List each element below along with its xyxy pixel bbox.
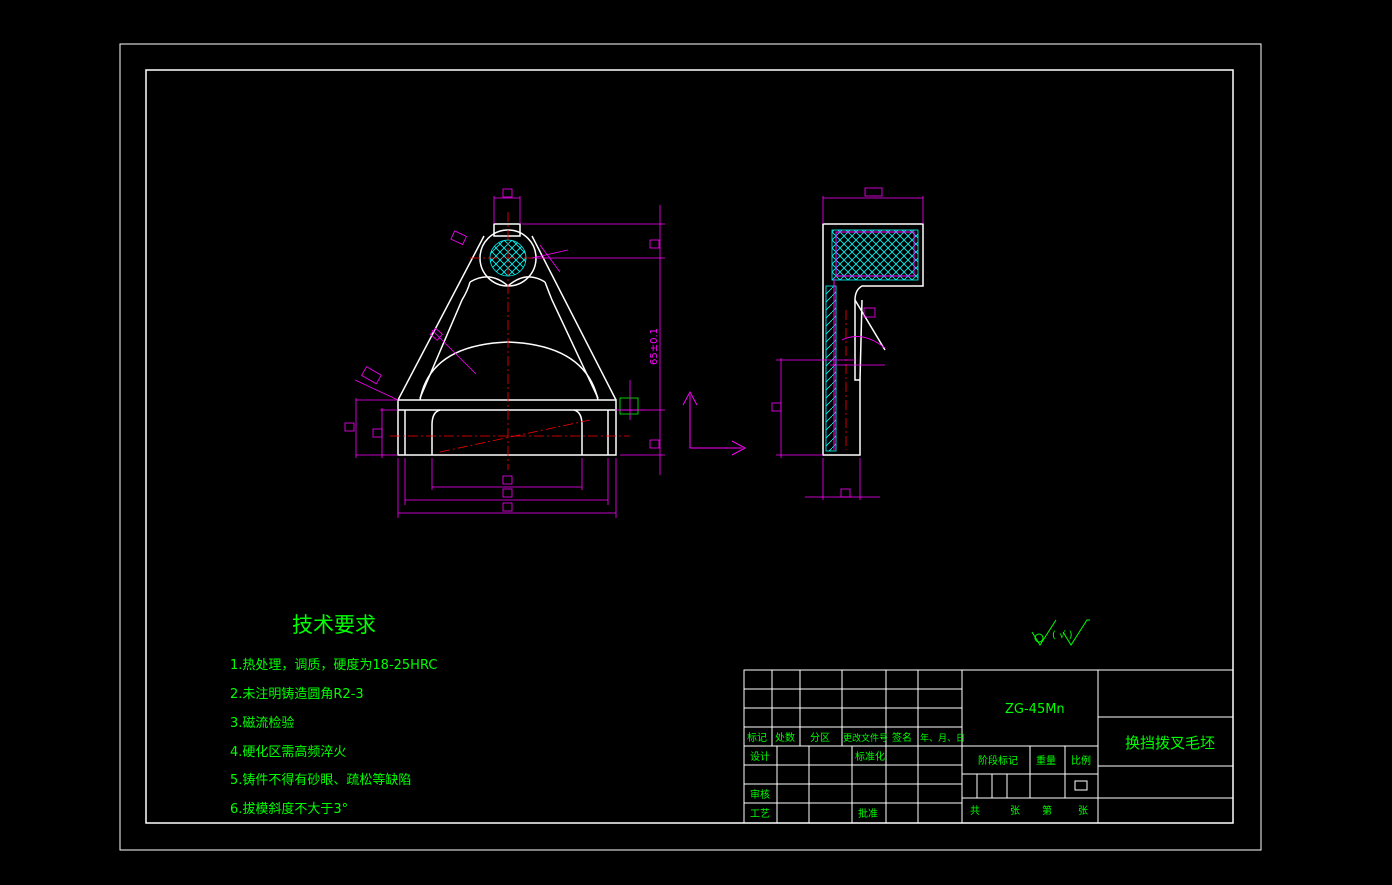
rev-header: 年、月、日 — [920, 732, 965, 744]
dim-65: 65±0.1 — [649, 328, 660, 365]
rev-header: 标记 — [747, 732, 767, 744]
tech-req-item: 3.磁流检验 — [230, 715, 294, 731]
material: ZG-45Mn — [1005, 702, 1065, 717]
fork-arch — [419, 341, 599, 401]
sheet-page-label: 第 — [1042, 804, 1052, 817]
tech-req-item: 2.未注明铸造圆角R2-3 — [230, 686, 364, 702]
tech-req-title: 技术要求 — [292, 613, 376, 637]
rev-header: 更改文件号 — [843, 732, 888, 744]
roughness-note: ( √ ) — [1052, 630, 1073, 641]
tech-req-item: 6.拔模斜度不大于3° — [230, 801, 348, 817]
axis-arrows — [682, 390, 747, 456]
rev-header: 分区 — [810, 732, 830, 744]
sheet-unit-label: 张 — [1010, 805, 1020, 817]
tech-req-item: 1.热处理，调质，硬度为18-25HRC — [230, 657, 437, 673]
stage-mark-label: 阶段标记 — [978, 754, 1018, 767]
sheet-total-label: 共 — [970, 805, 980, 817]
rev-header: 处数 — [775, 731, 795, 744]
tech-req-item: 4.硬化区需高频淬火 — [230, 744, 346, 760]
standardization-label: 标准化 — [855, 750, 885, 763]
weight-label: 重量 — [1036, 754, 1056, 767]
part-name: 换挡拨叉毛坯 — [1125, 734, 1215, 752]
process-label: 工艺 — [750, 808, 770, 820]
tech-req-item: 5.铸件不得有砂眼、疏松等缺陷 — [230, 772, 411, 788]
rev-header: 签名 — [892, 731, 912, 744]
scale-label: 比例 — [1071, 754, 1091, 767]
design-label: 设计 — [750, 750, 770, 763]
front-dimensions — [344, 188, 665, 518]
base-block — [397, 399, 617, 456]
cad-drawing: 65±0.1 ( √ ) 技术要求 1.热处理，调质，硬度为18-25HRC 2… — [119, 43, 1262, 851]
review-label: 审核 — [750, 788, 770, 801]
approve-label: 批准 — [858, 807, 878, 820]
sheet-unit-label-2: 张 — [1078, 805, 1088, 817]
